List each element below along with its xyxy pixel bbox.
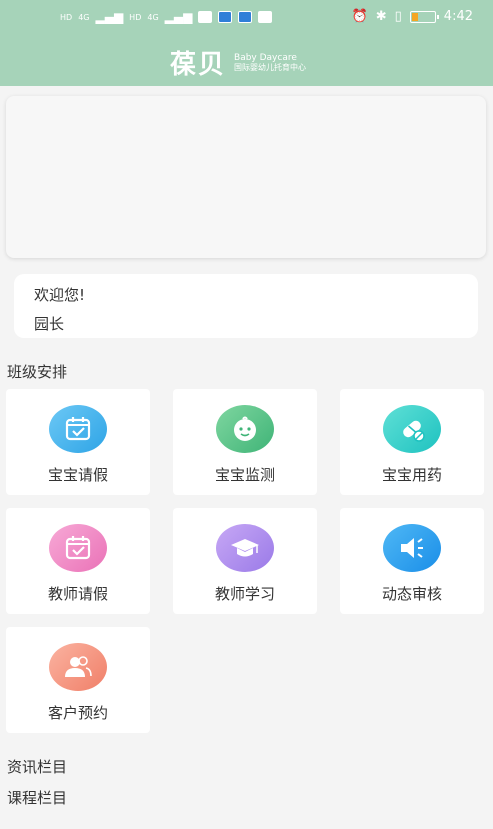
- status-bar-left: HD 4G ▂▄▆ HD 4G ▂▄▆: [60, 10, 273, 24]
- calendar-check-icon: [49, 405, 107, 453]
- tile-label: 宝宝请假: [47, 466, 108, 484]
- tile-label: 宝宝监测: [214, 466, 275, 484]
- section-title-news[interactable]: 资讯栏目: [7, 756, 67, 777]
- sim1-label: HD: [60, 12, 73, 22]
- tile-customer-appointment[interactable]: 客户预约: [6, 627, 150, 733]
- clock: 4:42: [443, 9, 473, 24]
- user-role: 园长: [34, 315, 65, 333]
- notification-icon: [198, 11, 213, 23]
- vibrate-icon: ▯: [394, 9, 402, 24]
- calendar-check-icon: [49, 524, 107, 572]
- app-header: HD 4G ▂▄▆ HD 4G ▂▄▆ ⏰ ✱ ▯ 4:42 葆贝 Baby D…: [0, 0, 493, 86]
- sim2-label: HD: [129, 12, 142, 22]
- weather-icon: [238, 11, 253, 23]
- graduation-cap-icon: [216, 524, 274, 572]
- users-icon: [49, 643, 107, 691]
- section-title-courses[interactable]: 课程栏目: [7, 787, 67, 808]
- tile-baby-monitoring[interactable]: 宝宝监测: [173, 389, 317, 495]
- baby-face-icon: [216, 405, 274, 453]
- tile-label: 宝宝用药: [381, 466, 442, 484]
- message-icon: [258, 11, 273, 23]
- signal-icon: ▂▄▆: [95, 10, 124, 24]
- banner-carousel[interactable]: [6, 96, 486, 258]
- alarm-icon: ⏰: [351, 9, 368, 24]
- tile-teacher-leave[interactable]: 教师请假: [6, 508, 150, 614]
- network2-label: 4G: [147, 12, 159, 22]
- bluetooth-icon: ✱: [375, 9, 387, 24]
- brand-chinese: 国际婴幼儿托育中心: [234, 62, 307, 72]
- section-title-class-arrangement: 班级安排: [7, 363, 68, 381]
- app-notification-icon: [218, 11, 233, 23]
- brand: 葆贝 Baby Daycare 国际婴幼儿托育中心: [170, 44, 306, 81]
- speaker-icon: [383, 524, 441, 572]
- battery-icon: [409, 10, 439, 23]
- pill-icon: [383, 405, 441, 453]
- tile-teacher-study[interactable]: 教师学习: [173, 508, 317, 614]
- tile-dynamic-review[interactable]: 动态审核: [340, 508, 484, 614]
- welcome-greeting: 欢迎您!: [34, 286, 86, 304]
- welcome-card: 欢迎您! 园长: [14, 274, 478, 338]
- network1-label: 4G: [78, 12, 90, 22]
- status-bar: HD 4G ▂▄▆ HD 4G ▂▄▆ ⏰ ✱ ▯ 4:42: [0, 6, 493, 36]
- tile-label: 动态审核: [381, 585, 442, 603]
- tile-label: 教师学习: [214, 585, 275, 603]
- brand-english: Baby Daycare: [234, 52, 297, 63]
- brand-logo: 葆贝: [170, 50, 227, 80]
- tile-label: 客户预约: [47, 704, 108, 722]
- signal-icon: ▂▄▆: [164, 10, 193, 24]
- tile-label: 教师请假: [47, 585, 108, 603]
- status-bar-right: ⏰ ✱ ▯ 4:42: [352, 9, 473, 24]
- tile-baby-medication[interactable]: 宝宝用药: [340, 389, 484, 495]
- tile-baby-leave[interactable]: 宝宝请假: [6, 389, 150, 495]
- brand-text: Baby Daycare 国际婴幼儿托育中心: [234, 53, 306, 73]
